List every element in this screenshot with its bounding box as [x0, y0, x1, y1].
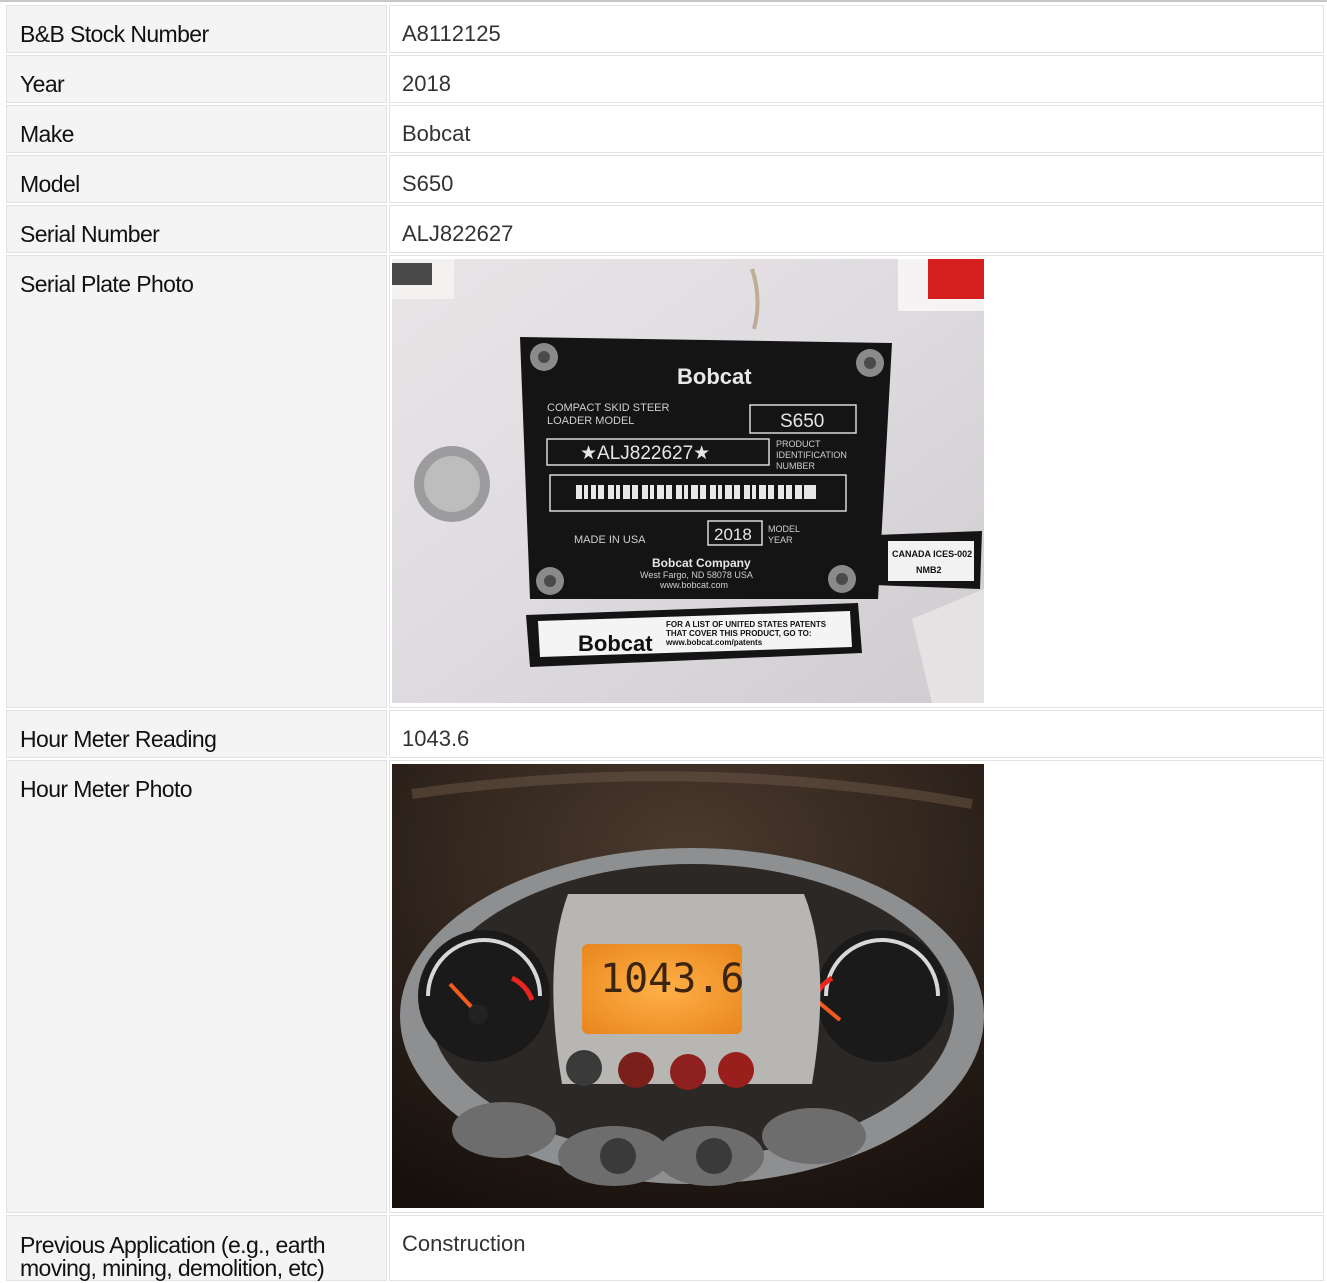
top-rule	[0, 0, 1327, 2]
equipment-spec-table: B&B Stock Number A8112125 Year 2018 Make…	[4, 3, 1326, 1283]
stock-number-label: B&B Stock Number	[6, 5, 387, 53]
make-label: Make	[6, 105, 387, 153]
previous-application-value: Construction	[389, 1215, 1324, 1281]
serial-plate-photo[interactable]: Bobcat COMPACT SKID STEER LOADER MODEL S…	[392, 259, 984, 703]
serial-number-label: Serial Number	[6, 205, 387, 253]
row-serial-number: Serial Number ALJ822627	[6, 205, 1324, 253]
row-stock-number: B&B Stock Number A8112125	[6, 5, 1324, 53]
year-value: 2018	[389, 55, 1324, 103]
hour-meter-reading-value: 1043.6	[389, 710, 1324, 758]
serial-number-value: ALJ822627	[389, 205, 1324, 253]
plate-company: Bobcat Company	[652, 556, 751, 570]
row-make: Make Bobcat	[6, 105, 1324, 153]
stock-number-value: A8112125	[389, 5, 1324, 53]
canada-line2: NMB2	[916, 565, 942, 575]
plate-address: West Fargo, ND 58078 USA	[640, 570, 753, 580]
model-value: S650	[389, 155, 1324, 203]
patent-line2: THAT COVER THIS PRODUCT, GO TO:	[666, 629, 811, 638]
hour-meter-reading-label: Hour Meter Reading	[6, 710, 387, 758]
plate-model: S650	[780, 411, 824, 432]
row-hour-meter-reading: Hour Meter Reading 1043.6	[6, 710, 1324, 758]
row-year: Year 2018	[6, 55, 1324, 103]
model-label: Model	[6, 155, 387, 203]
previous-application-label: Previous Application (e.g., earth moving…	[6, 1215, 387, 1281]
row-serial-plate-photo: Serial Plate Photo Bobcat COMPACT SKID S…	[6, 255, 1324, 708]
plate-type-line1: COMPACT SKID STEER	[547, 402, 670, 414]
plate-pin-caption3: NUMBER	[776, 461, 816, 471]
plate-model-year: 2018	[714, 525, 752, 544]
serial-plate-photo-cell: Bobcat COMPACT SKID STEER LOADER MODEL S…	[389, 255, 1324, 708]
plate-model-year-caption1: MODEL	[768, 524, 800, 534]
plate-pin-caption1: PRODUCT	[776, 439, 821, 449]
patent-brand: Bobcat	[578, 631, 653, 656]
plate-brand: Bobcat	[677, 364, 752, 389]
patent-line3: www.bobcat.com/patents	[665, 638, 763, 647]
hour-meter-photo-label: Hour Meter Photo	[6, 760, 387, 1213]
hour-meter-lcd: 1043.6	[600, 956, 745, 1002]
patent-line1: FOR A LIST OF UNITED STATES PATENTS	[666, 620, 827, 629]
plate-type-line2: LOADER MODEL	[547, 415, 634, 427]
canada-line1: CANADA ICES-002	[892, 549, 972, 559]
plate-pin-caption2: IDENTIFICATION	[776, 450, 847, 460]
serial-plate-photo-label: Serial Plate Photo	[6, 255, 387, 708]
plate-model-year-caption2: YEAR	[768, 535, 793, 545]
make-value: Bobcat	[389, 105, 1324, 153]
hour-meter-photo[interactable]: 1043.6	[392, 764, 984, 1208]
year-label: Year	[6, 55, 387, 103]
row-model: Model S650	[6, 155, 1324, 203]
plate-made-in: MADE IN USA	[574, 534, 646, 546]
plate-pin: ★ALJ822627★	[580, 443, 710, 464]
row-previous-application: Previous Application (e.g., earth moving…	[6, 1215, 1324, 1281]
hour-meter-photo-cell: 1043.6	[389, 760, 1324, 1213]
plate-website: www.bobcat.com	[659, 580, 728, 590]
row-hour-meter-photo: Hour Meter Photo 1043.6	[6, 760, 1324, 1213]
